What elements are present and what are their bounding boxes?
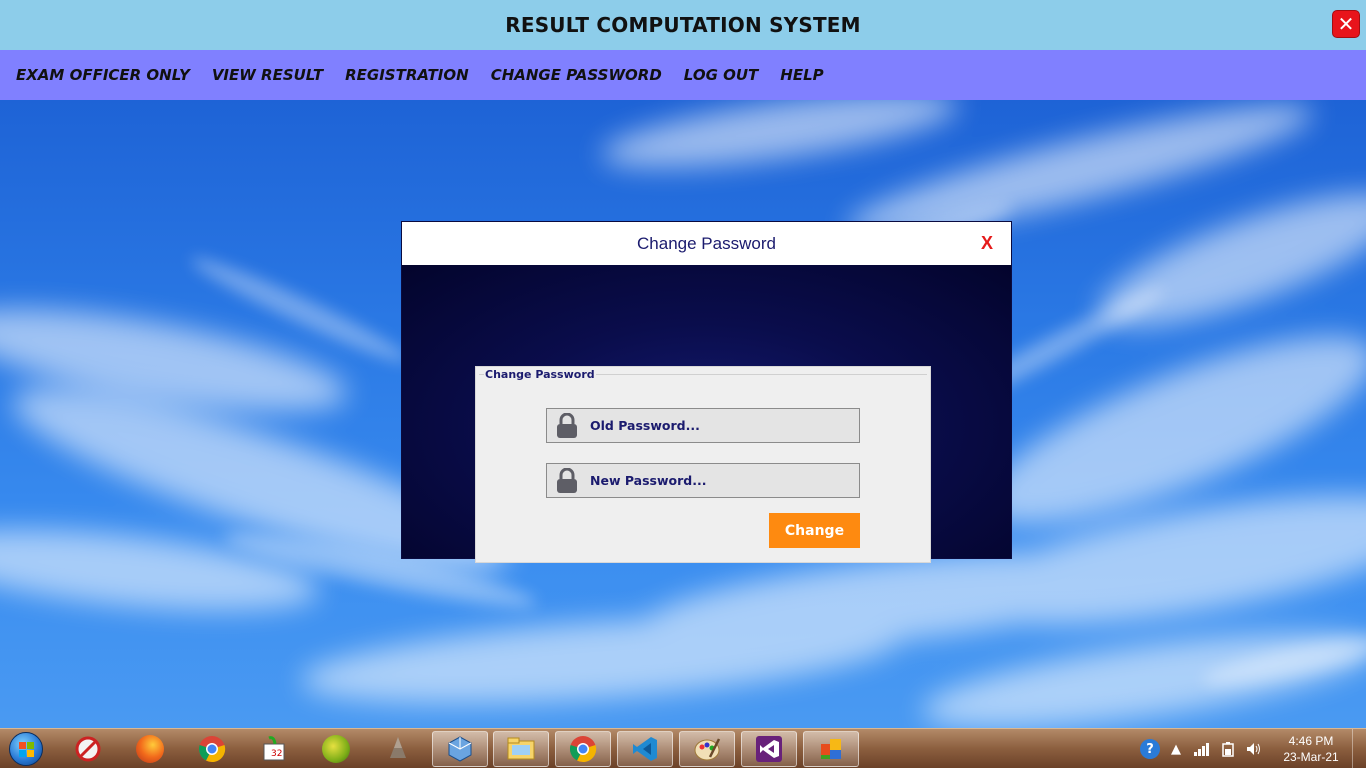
new-password-field[interactable]: New Password...: [546, 463, 860, 498]
menu-item-log-out[interactable]: LOG OUT: [684, 66, 758, 84]
help-icon[interactable]: ?: [1140, 739, 1160, 759]
app-close-button[interactable]: ✕: [1332, 10, 1360, 38]
menu-item-view-result[interactable]: VIEW RESULT: [212, 66, 323, 84]
file-explorer-icon[interactable]: [493, 731, 549, 767]
taskbar: 32 ? ▲ 4:46 PM 23-Mar-21: [0, 728, 1366, 768]
old-password-placeholder: Old Password...: [590, 418, 700, 433]
dialog-header: Change Password X: [402, 222, 1011, 265]
show-hidden-icons-chevron-icon[interactable]: ▲: [1166, 739, 1186, 759]
sublime-icon[interactable]: [312, 731, 360, 767]
menu-item-registration[interactable]: REGISTRATION: [345, 66, 469, 84]
dialog-title: Change Password: [637, 233, 776, 253]
app-title: RESULT COMPUTATION SYSTEM: [505, 13, 861, 37]
virtualbox-icon[interactable]: [432, 731, 488, 767]
change-password-groupbox: Change Password Old Password... New Pass…: [475, 366, 931, 563]
windows-logo-icon: [9, 732, 43, 766]
paint-icon[interactable]: [679, 731, 735, 767]
power-icon[interactable]: [1218, 739, 1238, 759]
snipping-tool-icon[interactable]: [64, 731, 112, 767]
vscode-icon[interactable]: [617, 731, 673, 767]
new-password-placeholder: New Password...: [590, 473, 707, 488]
lock-icon: [557, 412, 577, 438]
taskbar-clock[interactable]: 4:46 PM 23-Mar-21: [1272, 733, 1350, 765]
ccleaner-icon[interactable]: 32: [250, 731, 298, 767]
app-title-bar: RESULT COMPUTATION SYSTEM ✕: [0, 0, 1366, 50]
old-password-field[interactable]: Old Password...: [546, 408, 860, 443]
start-button[interactable]: [4, 730, 48, 768]
signal-strength-icon[interactable]: [1192, 739, 1212, 759]
clock-time: 4:46 PM: [1288, 734, 1334, 748]
inkscape-icon[interactable]: [374, 731, 422, 767]
clock-date: 23-Mar-21: [1283, 750, 1339, 764]
chrome-profile-icon[interactable]: [555, 731, 611, 767]
dialog-close-button[interactable]: X: [981, 233, 993, 254]
change-button[interactable]: Change: [769, 513, 860, 548]
chrome-icon[interactable]: [188, 731, 236, 767]
svg-text:32: 32: [271, 749, 282, 759]
office-icon[interactable]: [803, 731, 859, 767]
change-password-dialog: Change Password X Change Password Old Pa…: [402, 222, 1011, 563]
visual-studio-icon[interactable]: [741, 731, 797, 767]
menu-bar: EXAM OFFICER ONLY VIEW RESULT REGISTRATI…: [0, 50, 1366, 100]
lock-icon: [557, 467, 577, 493]
firefox-icon[interactable]: [126, 731, 174, 767]
menu-item-help[interactable]: HELP: [780, 66, 823, 84]
dialog-body: Change Password Old Password... New Pass…: [402, 265, 1011, 563]
groupbox-title: Change Password: [484, 368, 596, 381]
show-desktop-button[interactable]: [1352, 729, 1366, 768]
volume-icon[interactable]: [1244, 739, 1264, 759]
menu-item-exam-officer-only[interactable]: EXAM OFFICER ONLY: [16, 66, 190, 84]
menu-item-change-password[interactable]: CHANGE PASSWORD: [491, 66, 662, 84]
system-tray: ? ▲ 4:46 PM 23-Mar-21: [1134, 729, 1366, 768]
